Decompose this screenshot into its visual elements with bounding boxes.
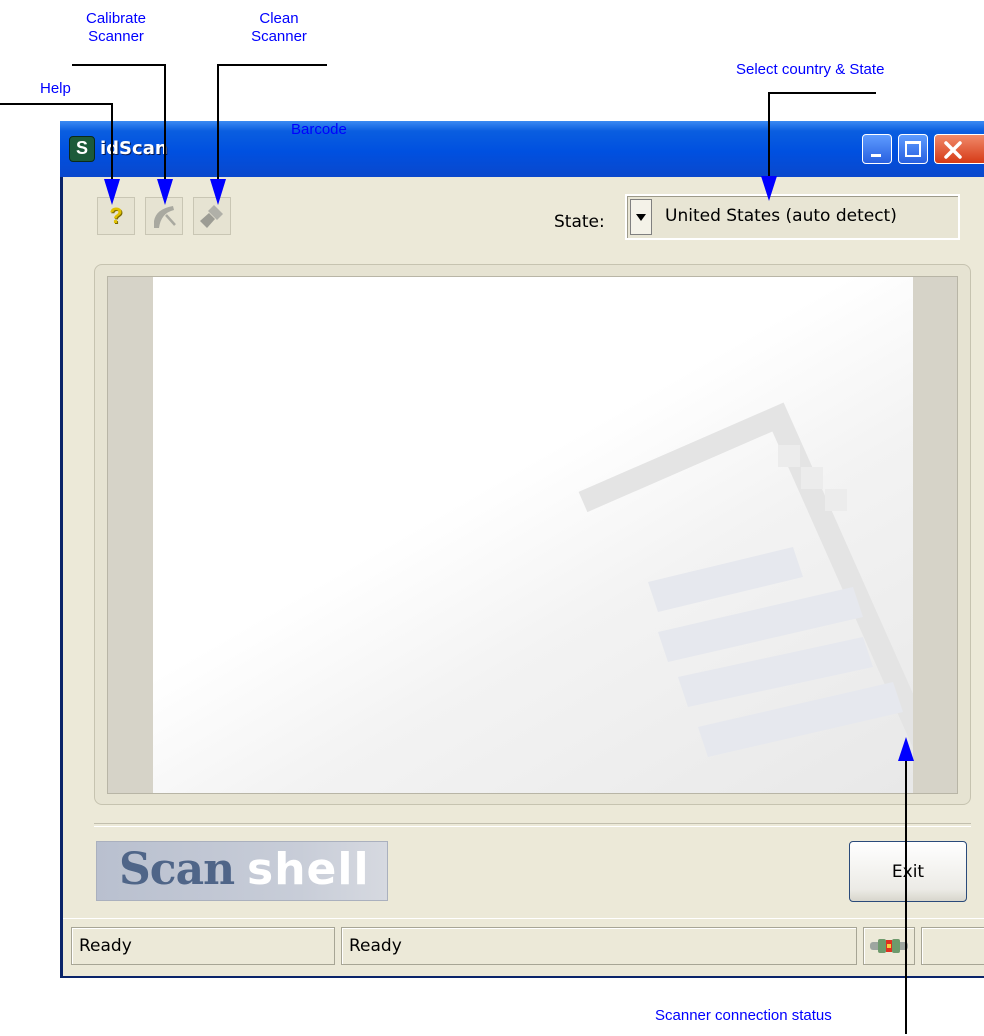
maximize-button[interactable]: [898, 134, 928, 164]
select-country-state-annotation: Select country & State: [736, 61, 884, 79]
state-label: State:: [554, 212, 605, 232]
calibrate-scanner-button[interactable]: [145, 197, 183, 235]
minimize-button[interactable]: [862, 134, 892, 164]
select-country-state-annotation-text: Select country & State: [736, 61, 885, 78]
logo-scan-text: Scan: [119, 844, 235, 895]
state-select-value: United States (auto detect): [665, 206, 897, 226]
title-bar[interactable]: S idScan Barcode: [60, 121, 984, 177]
close-button[interactable]: [934, 134, 984, 164]
app-icon: S: [69, 136, 95, 162]
calibrate-icon: [154, 206, 176, 228]
exit-button[interactable]: Exit: [849, 841, 967, 902]
state-select[interactable]: United States (auto detect): [625, 194, 960, 240]
minimize-icon: [871, 154, 881, 157]
help-button[interactable]: ?: [97, 197, 135, 235]
idscan-window: S idScan Barcode ? State: United States …: [60, 121, 984, 978]
clean-scanner-annotation: Clean Scanner: [248, 10, 310, 46]
scan-preview: [153, 277, 913, 793]
window-title: idScan: [100, 138, 168, 159]
chevron-down-icon: [636, 214, 646, 221]
document-watermark-icon: [578, 402, 913, 757]
calibrate-annotation-text: Calibrate Scanner: [85, 10, 147, 45]
status-panel-4: [921, 927, 984, 965]
state-dropdown-button[interactable]: [630, 199, 652, 235]
client-area: ? State: United States (auto detect) Sca…: [63, 177, 984, 976]
logo-shell-text: shell: [247, 844, 370, 895]
brush-icon: [200, 205, 223, 228]
scan-frame: [94, 264, 971, 805]
divider: [94, 823, 971, 827]
scanshell-logo: Scan shell: [96, 841, 388, 901]
scan-image-area: [107, 276, 958, 794]
scanner-connection-status[interactable]: [863, 927, 915, 965]
scanner-connection-status-annotation: Scanner connection status: [655, 1007, 832, 1025]
help-annotation-text: Help: [40, 80, 71, 97]
maximize-icon: [905, 141, 921, 157]
status-bar: Ready Ready: [63, 918, 984, 976]
close-icon: [944, 141, 962, 159]
scanner-connection-icon: [870, 939, 908, 953]
barcode-annotation-text: Barcode: [291, 121, 347, 138]
barcode-annotation: Barcode: [291, 121, 347, 139]
calibrate-scanner-annotation: Calibrate Scanner: [76, 10, 156, 46]
clean-annotation-text: Clean Scanner: [251, 10, 307, 45]
scanner-connection-status-annotation-text: Scanner connection status: [655, 1007, 832, 1024]
status-panel-2: Ready: [341, 927, 857, 965]
help-annotation: Help: [40, 80, 71, 98]
clean-scanner-button[interactable]: [193, 197, 231, 235]
status-panel-1: Ready: [71, 927, 335, 965]
question-mark-icon: ?: [109, 203, 123, 228]
